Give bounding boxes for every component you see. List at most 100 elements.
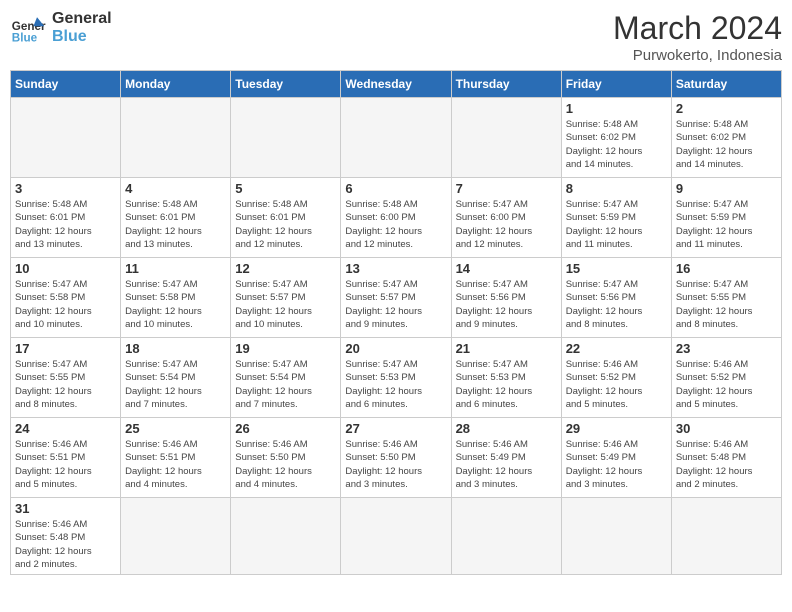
calendar-week-row: 10Sunrise: 5:47 AM Sunset: 5:58 PM Dayli… xyxy=(11,258,782,338)
day-info: Sunrise: 5:48 AM Sunset: 6:00 PM Dayligh… xyxy=(345,198,446,251)
calendar-cell: 3 Sunrise: 5:48 AM Sunset: 6:01 PM Daylig… xyxy=(11,178,121,258)
day-number: 1 xyxy=(566,101,667,116)
calendar-week-row: 1 Sunrise: 5:48 AM Sunset: 6:02 PM Daylig… xyxy=(11,98,782,178)
calendar-cell: 21Sunrise: 5:47 AM Sunset: 5:53 PM Dayli… xyxy=(451,338,561,418)
day-number: 2 xyxy=(676,101,777,116)
day-number: 23 xyxy=(676,341,777,356)
calendar-cell: 9 Sunrise: 5:47 AM Sunset: 5:59 PM Daylig… xyxy=(671,178,781,258)
day-header-tuesday: Tuesday xyxy=(231,71,341,98)
location-title: Purwokerto, Indonesia xyxy=(613,47,782,64)
day-info: Sunrise: 5:48 AM Sunset: 6:01 PM Dayligh… xyxy=(125,198,226,251)
day-number: 16 xyxy=(676,261,777,276)
calendar-cell: 17Sunrise: 5:47 AM Sunset: 5:55 PM Dayli… xyxy=(11,338,121,418)
month-title: March 2024 xyxy=(613,10,782,47)
day-info: Sunrise: 5:47 AM Sunset: 5:59 PM Dayligh… xyxy=(566,198,667,251)
day-number: 29 xyxy=(566,421,667,436)
day-number: 27 xyxy=(345,421,446,436)
day-info: Sunrise: 5:47 AM Sunset: 5:54 PM Dayligh… xyxy=(125,358,226,411)
calendar-cell: 26Sunrise: 5:46 AM Sunset: 5:50 PM Dayli… xyxy=(231,418,341,498)
day-info: Sunrise: 5:46 AM Sunset: 5:51 PM Dayligh… xyxy=(15,438,116,491)
calendar-cell: 19 Sunrise: 5:47 AM Sunset: 5:54 PM Dayli… xyxy=(231,338,341,418)
day-number: 28 xyxy=(456,421,557,436)
calendar-cell: 27 Sunrise: 5:46 AM Sunset: 5:50 PM Dayli… xyxy=(341,418,451,498)
calendar-cell: 14Sunrise: 5:47 AM Sunset: 5:56 PM Dayli… xyxy=(451,258,561,338)
day-number: 21 xyxy=(456,341,557,356)
day-number: 24 xyxy=(15,421,116,436)
day-info: Sunrise: 5:47 AM Sunset: 5:53 PM Dayligh… xyxy=(345,358,446,411)
calendar-cell xyxy=(561,498,671,575)
day-info: Sunrise: 5:48 AM Sunset: 6:01 PM Dayligh… xyxy=(235,198,336,251)
calendar-cell: 22 Sunrise: 5:46 AM Sunset: 5:52 PM Dayli… xyxy=(561,338,671,418)
day-info: Sunrise: 5:48 AM Sunset: 6:02 PM Dayligh… xyxy=(566,118,667,171)
day-info: Sunrise: 5:47 AM Sunset: 5:55 PM Dayligh… xyxy=(15,358,116,411)
calendar-cell: 6Sunrise: 5:48 AM Sunset: 6:00 PM Daylig… xyxy=(341,178,451,258)
logo-icon: General Blue xyxy=(10,10,46,46)
title-section: March 2024 Purwokerto, Indonesia xyxy=(613,10,782,64)
calendar-cell xyxy=(121,498,231,575)
day-info: Sunrise: 5:47 AM Sunset: 5:56 PM Dayligh… xyxy=(566,278,667,331)
logo-general-text: General xyxy=(52,10,112,28)
calendar-cell xyxy=(671,498,781,575)
calendar-cell: 13 Sunrise: 5:47 AM Sunset: 5:57 PM Dayli… xyxy=(341,258,451,338)
day-header-sunday: Sunday xyxy=(11,71,121,98)
calendar-cell: 28 Sunrise: 5:46 AM Sunset: 5:49 PM Dayli… xyxy=(451,418,561,498)
day-info: Sunrise: 5:46 AM Sunset: 5:50 PM Dayligh… xyxy=(345,438,446,491)
day-info: Sunrise: 5:46 AM Sunset: 5:49 PM Dayligh… xyxy=(456,438,557,491)
day-number: 15 xyxy=(566,261,667,276)
calendar-cell: 30 Sunrise: 5:46 AM Sunset: 5:48 PM Dayli… xyxy=(671,418,781,498)
day-number: 30 xyxy=(676,421,777,436)
calendar-cell: 10Sunrise: 5:47 AM Sunset: 5:58 PM Dayli… xyxy=(11,258,121,338)
calendar-cell: 25 Sunrise: 5:46 AM Sunset: 5:51 PM Dayli… xyxy=(121,418,231,498)
calendar-cell: 18 Sunrise: 5:47 AM Sunset: 5:54 PM Dayli… xyxy=(121,338,231,418)
logo: General Blue General Blue xyxy=(10,10,112,46)
day-info: Sunrise: 5:46 AM Sunset: 5:52 PM Dayligh… xyxy=(566,358,667,411)
day-info: Sunrise: 5:47 AM Sunset: 5:54 PM Dayligh… xyxy=(235,358,336,411)
page-header: General Blue General Blue March 2024 Pur… xyxy=(10,10,782,64)
day-info: Sunrise: 5:46 AM Sunset: 5:51 PM Dayligh… xyxy=(125,438,226,491)
calendar-week-row: 31 Sunrise: 5:46 AM Sunset: 5:48 PM Dayli… xyxy=(11,498,782,575)
calendar-cell: 8Sunrise: 5:47 AM Sunset: 5:59 PM Daylig… xyxy=(561,178,671,258)
day-number: 13 xyxy=(345,261,446,276)
day-info: Sunrise: 5:47 AM Sunset: 5:56 PM Dayligh… xyxy=(456,278,557,331)
calendar-cell xyxy=(11,98,121,178)
calendar-header-row: SundayMondayTuesdayWednesdayThursdayFrid… xyxy=(11,71,782,98)
calendar-cell: 15 Sunrise: 5:47 AM Sunset: 5:56 PM Dayli… xyxy=(561,258,671,338)
day-info: Sunrise: 5:47 AM Sunset: 5:57 PM Dayligh… xyxy=(345,278,446,331)
day-number: 31 xyxy=(15,501,116,516)
calendar-cell: 2 Sunrise: 5:48 AM Sunset: 6:02 PM Daylig… xyxy=(671,98,781,178)
day-number: 9 xyxy=(676,181,777,196)
day-info: Sunrise: 5:46 AM Sunset: 5:52 PM Dayligh… xyxy=(676,358,777,411)
day-info: Sunrise: 5:48 AM Sunset: 6:02 PM Dayligh… xyxy=(676,118,777,171)
day-number: 5 xyxy=(235,181,336,196)
calendar-cell: 7Sunrise: 5:47 AM Sunset: 6:00 PM Daylig… xyxy=(451,178,561,258)
calendar-cell: 23 Sunrise: 5:46 AM Sunset: 5:52 PM Dayli… xyxy=(671,338,781,418)
day-info: Sunrise: 5:46 AM Sunset: 5:48 PM Dayligh… xyxy=(676,438,777,491)
calendar-week-row: 24 Sunrise: 5:46 AM Sunset: 5:51 PM Dayli… xyxy=(11,418,782,498)
day-info: Sunrise: 5:47 AM Sunset: 5:57 PM Dayligh… xyxy=(235,278,336,331)
day-info: Sunrise: 5:47 AM Sunset: 6:00 PM Dayligh… xyxy=(456,198,557,251)
calendar-cell: 5 Sunrise: 5:48 AM Sunset: 6:01 PM Daylig… xyxy=(231,178,341,258)
calendar-cell: 29Sunrise: 5:46 AM Sunset: 5:49 PM Dayli… xyxy=(561,418,671,498)
calendar-cell: 31 Sunrise: 5:46 AM Sunset: 5:48 PM Dayli… xyxy=(11,498,121,575)
day-number: 4 xyxy=(125,181,226,196)
day-info: Sunrise: 5:48 AM Sunset: 6:01 PM Dayligh… xyxy=(15,198,116,251)
day-number: 22 xyxy=(566,341,667,356)
calendar-week-row: 17Sunrise: 5:47 AM Sunset: 5:55 PM Dayli… xyxy=(11,338,782,418)
calendar-cell xyxy=(341,98,451,178)
svg-text:Blue: Blue xyxy=(12,32,38,45)
day-info: Sunrise: 5:47 AM Sunset: 5:58 PM Dayligh… xyxy=(125,278,226,331)
day-header-monday: Monday xyxy=(121,71,231,98)
day-number: 20 xyxy=(345,341,446,356)
day-number: 25 xyxy=(125,421,226,436)
calendar-cell: 16Sunrise: 5:47 AM Sunset: 5:55 PM Dayli… xyxy=(671,258,781,338)
day-header-thursday: Thursday xyxy=(451,71,561,98)
calendar-cell: 4 Sunrise: 5:48 AM Sunset: 6:01 PM Daylig… xyxy=(121,178,231,258)
day-info: Sunrise: 5:47 AM Sunset: 5:59 PM Dayligh… xyxy=(676,198,777,251)
day-number: 19 xyxy=(235,341,336,356)
day-number: 12 xyxy=(235,261,336,276)
day-number: 3 xyxy=(15,181,116,196)
day-number: 11 xyxy=(125,261,226,276)
day-info: Sunrise: 5:46 AM Sunset: 5:48 PM Dayligh… xyxy=(15,518,116,571)
calendar-cell: 12 Sunrise: 5:47 AM Sunset: 5:57 PM Dayli… xyxy=(231,258,341,338)
day-number: 18 xyxy=(125,341,226,356)
